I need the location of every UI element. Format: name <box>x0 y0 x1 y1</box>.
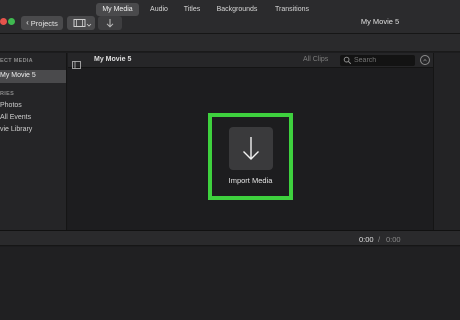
media-tab-bar <box>0 34 460 52</box>
tab-audio[interactable]: Audio <box>144 3 174 16</box>
sidebar-toggle-icon <box>72 61 81 69</box>
chevron-left-icon: ‹ <box>26 18 29 27</box>
tab-transitions[interactable]: Transitions <box>270 3 314 16</box>
zoom-window-button[interactable] <box>8 18 15 25</box>
media-browser-toggle-button[interactable] <box>67 16 95 30</box>
window-title: My Movie 5 <box>360 17 400 26</box>
sidebar-toggle-button[interactable] <box>72 56 81 69</box>
tab-titles[interactable]: Titles <box>178 3 206 16</box>
browser-settings-button[interactable] <box>420 55 430 65</box>
search-icon <box>343 56 352 65</box>
sidebar-section-libraries: RIES <box>0 91 15 97</box>
total-time: 0:00 <box>386 235 401 244</box>
sidebar-item-movie-library[interactable]: vie Library <box>0 126 32 133</box>
import-arrow-icon <box>106 19 114 28</box>
tab-backgrounds[interactable]: Backgrounds <box>212 3 262 16</box>
close-window-button[interactable] <box>0 18 7 25</box>
browser-title: My Movie 5 <box>94 56 132 63</box>
sidebar-item-label: My Movie 5 <box>0 72 36 79</box>
sidebar-item-photos[interactable]: Photos <box>0 102 22 109</box>
viewer-panel <box>433 53 460 230</box>
sidebar-section-project-media: ECT MEDIA <box>0 58 33 64</box>
sidebar-item-all-events[interactable]: All Events <box>0 114 31 121</box>
filmstrip-icon <box>73 19 92 27</box>
current-time: 0:00 <box>359 235 374 244</box>
import-button[interactable] <box>98 16 122 30</box>
search-field[interactable] <box>340 55 415 66</box>
tab-my-media[interactable]: My Media <box>96 3 139 16</box>
clips-filter-dropdown[interactable]: All Clips <box>303 56 328 63</box>
timeline[interactable] <box>0 247 460 320</box>
import-media-button[interactable] <box>229 127 273 170</box>
gear-icon <box>423 58 427 62</box>
download-arrow-icon <box>243 137 259 160</box>
search-input[interactable] <box>352 57 412 64</box>
projects-button-label: Projects <box>30 18 58 28</box>
time-separator: / <box>378 235 381 244</box>
projects-button[interactable]: ‹ Projects <box>21 16 63 30</box>
import-media-label: Import Media <box>228 176 273 185</box>
library-sidebar: ECT MEDIA My Movie 5 RIES Photos All Eve… <box>0 53 67 230</box>
